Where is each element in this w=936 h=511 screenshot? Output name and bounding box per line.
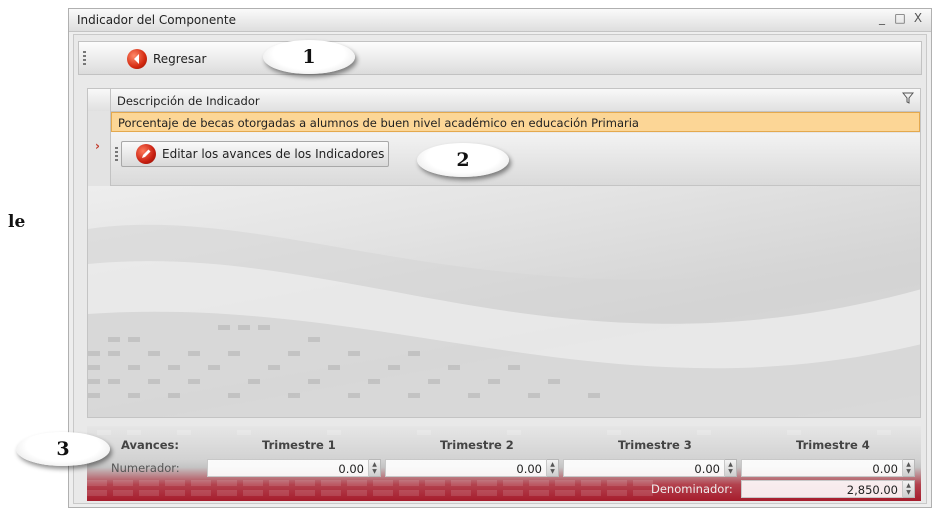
avances-panel: Avances: Trimestre 1 Trimestre 2 Trimest…: [87, 426, 921, 501]
detail-grip-icon[interactable]: [115, 147, 118, 161]
side-text: le: [8, 212, 26, 232]
denominador-spinner[interactable]: 2,850.00 ▲ ▼: [741, 480, 915, 498]
maximize-button[interactable]: □: [893, 11, 907, 25]
window-controls: _ □ X: [875, 11, 925, 25]
denominador-label: Denominador:: [651, 482, 733, 496]
numerador-t2-spinner[interactable]: 0.00 ▲ ▼: [385, 459, 559, 477]
spinner-arrows-icon[interactable]: ▲ ▼: [369, 459, 381, 477]
edit-icon: [136, 144, 156, 164]
numerador-t2-value[interactable]: 0.00: [385, 459, 547, 477]
avances-title: Avances:: [121, 438, 179, 452]
row-detail-panel: Editar los avances de los Indicadores: [111, 133, 920, 186]
back-button[interactable]: Regresar: [127, 48, 206, 70]
column-header-descripcion[interactable]: Descripción de Indicador: [117, 94, 260, 108]
spinner-arrows-icon[interactable]: ▲ ▼: [903, 480, 915, 498]
numerador-t4-value[interactable]: 0.00: [741, 459, 903, 477]
numerador-t3-value[interactable]: 0.00: [563, 459, 725, 477]
spinner-arrows-icon[interactable]: ▲ ▼: [903, 459, 915, 477]
close-button[interactable]: X: [911, 11, 925, 25]
title-bar[interactable]: Indicador del Componente _ □ X: [69, 9, 931, 32]
toolbar: Regresar: [78, 41, 922, 75]
callout-1: 1: [263, 40, 355, 74]
back-button-label: Regresar: [153, 52, 207, 66]
edit-button-label: Editar los avances de los Indicadores: [162, 147, 385, 161]
callout-3: 3: [16, 432, 110, 466]
back-arrow-icon: [127, 49, 147, 69]
window-title: Indicador del Componente: [77, 13, 236, 27]
numerador-label: Numerador:: [111, 461, 180, 475]
minimize-button[interactable]: _: [875, 11, 889, 25]
callout-2: 2: [417, 143, 509, 177]
numerador-t3-spinner[interactable]: 0.00 ▲ ▼: [563, 459, 737, 477]
indicator-grid: Descripción de Indicador › Porcentaje de…: [87, 88, 921, 418]
quarter-1-header: Trimestre 1: [262, 438, 336, 452]
spinner-arrows-icon[interactable]: ▲ ▼: [725, 459, 737, 477]
quarter-2-header: Trimestre 2: [440, 438, 514, 452]
edit-indicators-button[interactable]: Editar los avances de los Indicadores: [121, 141, 389, 167]
content-frame: Regresar 1 Descripción de Indicador › Po…: [73, 34, 927, 504]
table-row[interactable]: Porcentaje de becas otorgadas a alumnos …: [111, 112, 920, 132]
dialog-window: Indicador del Componente _ □ X Regresar …: [68, 8, 932, 508]
grid-header: Descripción de Indicador: [88, 89, 920, 112]
toolbar-grip-icon[interactable]: [83, 51, 86, 65]
denominador-value[interactable]: 2,850.00: [741, 480, 903, 498]
chevron-right-icon: ›: [95, 139, 100, 153]
numerador-t4-spinner[interactable]: 0.00 ▲ ▼: [741, 459, 915, 477]
numerador-t1-spinner[interactable]: 0.00 ▲ ▼: [207, 459, 381, 477]
spinner-arrows-icon[interactable]: ▲ ▼: [547, 459, 559, 477]
row-indicator[interactable]: ›: [88, 111, 111, 186]
quarter-4-header: Trimestre 4: [796, 438, 870, 452]
filter-icon[interactable]: [901, 92, 915, 107]
row-selector-header: [88, 89, 111, 111]
quarter-3-header: Trimestre 3: [618, 438, 692, 452]
numerador-t1-value[interactable]: 0.00: [207, 459, 369, 477]
